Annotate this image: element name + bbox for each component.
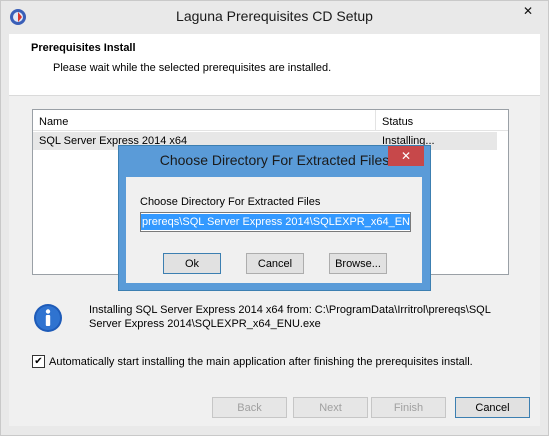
finish-button[interactable]: Finish [371, 397, 446, 418]
back-button[interactable]: Back [212, 397, 287, 418]
dialog-close-button[interactable]: ✕ [388, 146, 424, 166]
window-close-button[interactable]: ✕ [513, 1, 543, 21]
header-title: Prerequisites Install [31, 42, 136, 54]
directory-label: Choose Directory For Extracted Files [140, 196, 321, 208]
window-title: Laguna Prerequisites CD Setup [176, 8, 373, 24]
directory-input[interactable]: prereqs\SQL Server Express 2014\SQLEXPR_… [140, 212, 411, 232]
setup-window: Laguna Prerequisites CD Setup ✕ Prerequi… [0, 0, 549, 436]
header-subtitle: Please wait while the selected prerequis… [53, 62, 332, 74]
choose-directory-dialog: Choose Directory For Extracted Files ✕ C… [118, 145, 431, 291]
column-divider[interactable] [375, 110, 376, 130]
column-header-status[interactable]: Status [382, 116, 413, 128]
list-header: Name Status [33, 110, 508, 131]
auto-start-label: Automatically start installing the main … [49, 355, 473, 368]
auto-start-option[interactable]: ✔ Automatically start installing the mai… [32, 355, 473, 368]
auto-start-checkbox[interactable]: ✔ [32, 355, 45, 368]
header-panel: Prerequisites Install Please wait while … [9, 34, 540, 96]
check-icon: ✔ [34, 355, 43, 367]
close-icon: ✕ [522, 4, 534, 18]
info-icon [33, 303, 63, 333]
cancel-button[interactable]: Cancel [455, 397, 530, 418]
directory-input-value: prereqs\SQL Server Express 2014\SQLEXPR_… [141, 214, 410, 230]
dialog-title: Choose Directory For Extracted Files [159, 152, 390, 168]
dialog-body: Choose Directory For Extracted Files pre… [126, 177, 422, 283]
install-status-text: Installing SQL Server Express 2014 x64 f… [89, 304, 491, 330]
title-bar: Laguna Prerequisites CD Setup ✕ [1, 1, 548, 34]
next-button[interactable]: Next [293, 397, 368, 418]
close-icon: ✕ [400, 149, 412, 163]
ok-button[interactable]: Ok [163, 253, 221, 274]
browse-button[interactable]: Browse... [329, 253, 387, 274]
dialog-cancel-button[interactable]: Cancel [246, 253, 304, 274]
column-header-name[interactable]: Name [39, 116, 68, 128]
